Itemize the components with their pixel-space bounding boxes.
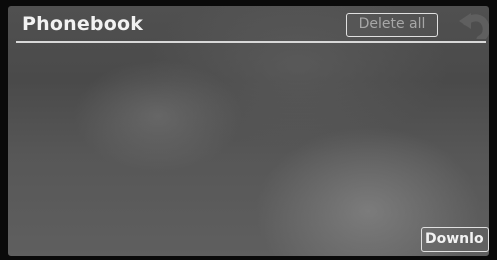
phonebook-screen: Phonebook Delete all Downlo <box>8 6 489 256</box>
download-button[interactable]: Downlo <box>421 227 489 252</box>
page-title: Phonebook <box>22 13 144 35</box>
back-arrow-icon[interactable] <box>453 9 489 43</box>
device-bezel: Phonebook Delete all Downlo <box>0 0 497 260</box>
title-divider <box>16 41 486 43</box>
delete-all-button[interactable]: Delete all <box>346 13 438 37</box>
